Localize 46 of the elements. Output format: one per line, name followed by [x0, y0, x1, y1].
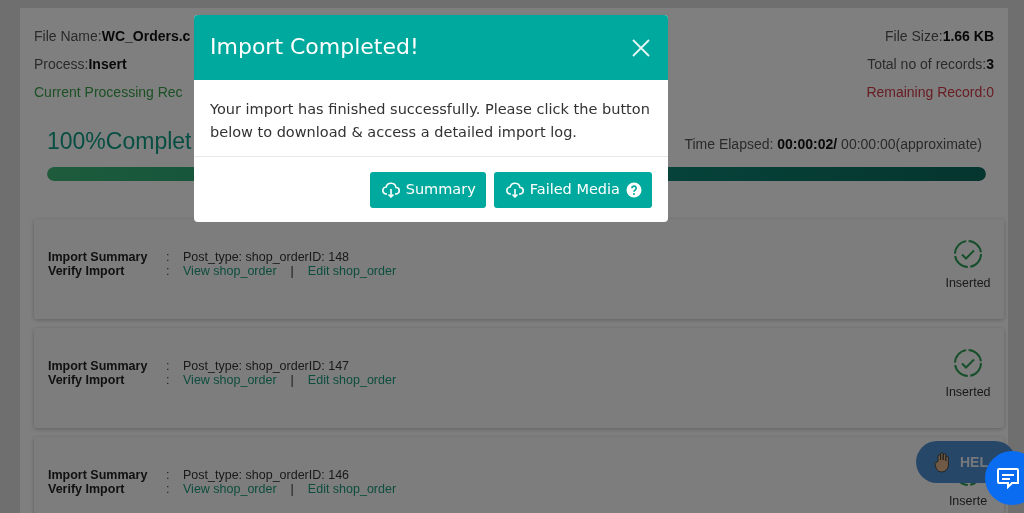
status-text: Inserted — [945, 275, 991, 293]
current-record-text: Current Processing Rec — [34, 82, 183, 102]
remaining-record-text: Remaining Record:0 — [866, 82, 994, 102]
summary-label: Import Summary — [48, 251, 149, 265]
colon-text: : — [166, 482, 171, 496]
process-text: Process:Insert — [34, 54, 127, 74]
edit-link[interactable]: Edit shop_order — [307, 264, 397, 278]
failed-media-button[interactable]: Failed Media — [493, 172, 652, 208]
cloud-download-icon — [505, 182, 524, 198]
colon-text: : — [166, 251, 171, 265]
modal-title: Import Completed! — [210, 34, 419, 61]
chat-icon — [996, 467, 1020, 489]
divider-text: | — [290, 373, 294, 387]
colon-text: : — [166, 373, 171, 387]
file-size-text: File Size:1.66 KB — [885, 26, 994, 46]
help-icon — [626, 182, 642, 198]
hand-icon — [934, 451, 952, 473]
status-text: Inserte — [948, 493, 988, 511]
colon-text: : — [166, 264, 171, 278]
check-circle-icon — [952, 347, 984, 380]
edit-link[interactable]: Edit shop_order — [307, 373, 397, 387]
verify-label: Verify Import — [48, 373, 125, 387]
summary-label: Import Summary — [48, 360, 149, 374]
view-link[interactable]: View shop_order — [183, 482, 277, 496]
summary-text: Post_type: shop_orderID: 147 — [183, 360, 351, 374]
summary-text: Post_type: shop_orderID: 146 — [183, 469, 351, 483]
verify-label: Verify Import — [48, 264, 125, 278]
colon-text: : — [166, 469, 171, 483]
modal-message: Your import has finished successfully. Please click the button below to download & access a detailed import log. — [194, 80, 668, 157]
progress-percent-text: 100%Complet — [47, 127, 192, 156]
time-elapsed-text: Time Elapsed: 00:00:02/ 00:00:00(approximate) — [684, 134, 982, 154]
view-link[interactable]: View shop_order — [183, 373, 277, 387]
divider-text: | — [290, 264, 294, 278]
view-link[interactable]: View shop_order — [183, 264, 277, 278]
summary-label: Import Summary — [48, 469, 149, 483]
verify-label: Verify Import — [48, 482, 125, 496]
cloud-download-icon — [381, 182, 400, 198]
summary-button[interactable]: Summary — [369, 172, 486, 208]
total-records-text: Total no of records:3 — [867, 54, 994, 74]
status-text: Inserted — [945, 384, 991, 402]
summary-text: Post_type: shop_orderID: 148 — [183, 251, 351, 265]
edit-link[interactable]: Edit shop_order — [307, 482, 397, 496]
file-name-text: File Name:WC_Orders.c — [34, 26, 191, 46]
divider-text: | — [290, 482, 294, 496]
colon-text: : — [166, 360, 171, 374]
check-circle-icon — [952, 238, 984, 271]
